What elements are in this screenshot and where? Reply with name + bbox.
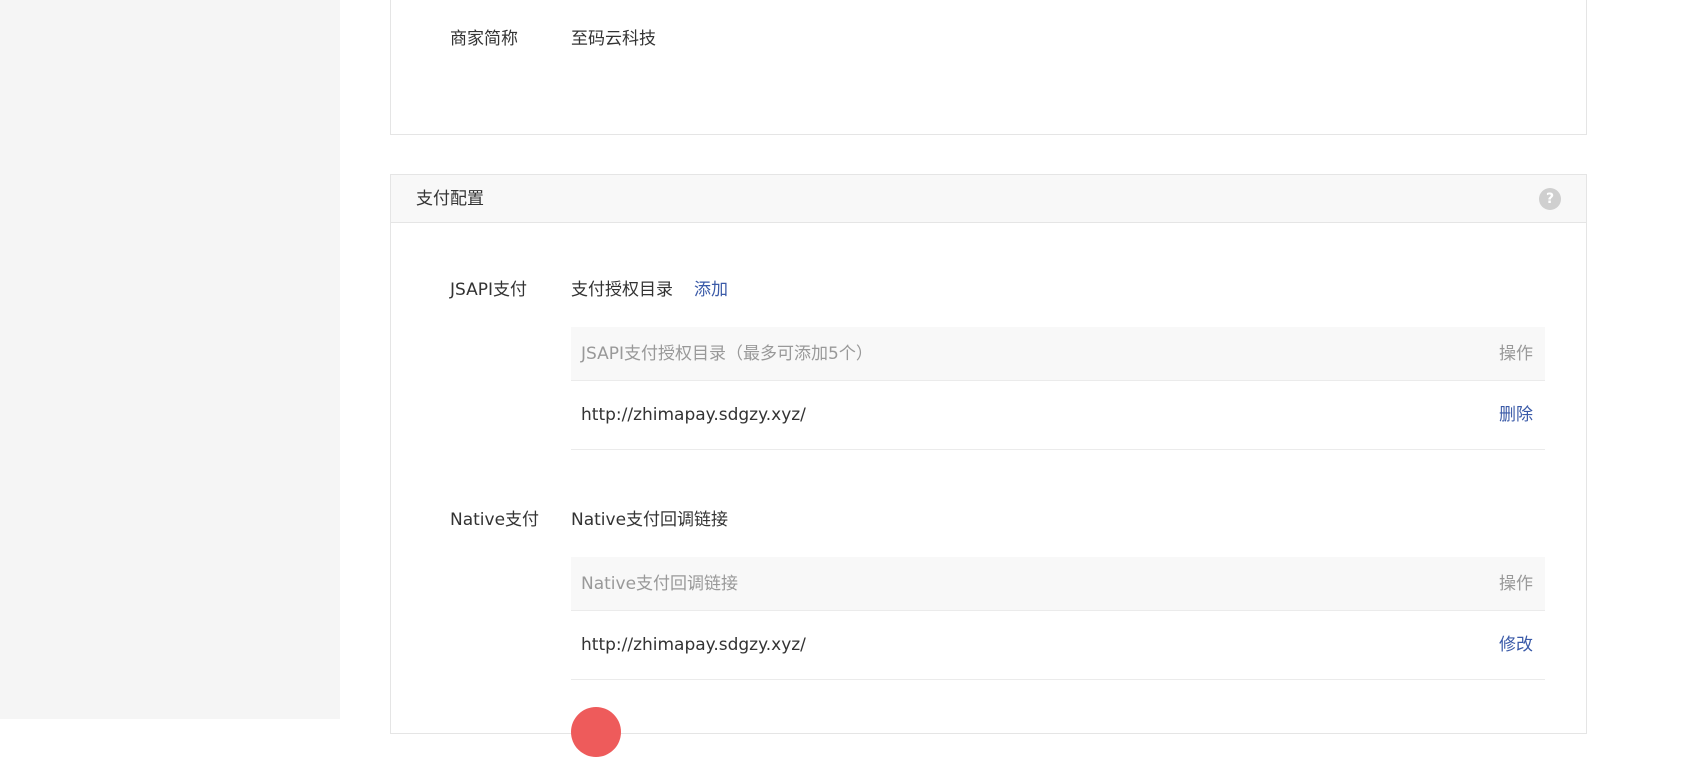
payment-config-card: 支付配置 ? JSAPI支付 支付授权目录 添加 JSAPI支付授权目录（最多可…	[390, 174, 1587, 734]
native-table-header: Native支付回调链接 操作	[571, 557, 1545, 611]
jsapi-add-link[interactable]: 添加	[694, 279, 728, 301]
question-circle-icon[interactable]: ?	[1539, 188, 1561, 210]
jsapi-table-header-action: 操作	[1499, 344, 1533, 364]
jsapi-table-header-dir: JSAPI支付授权目录（最多可添加5个）	[581, 344, 873, 364]
native-callback-url: http://zhimapay.sdgzy.xyz/	[581, 635, 806, 655]
table-row: http://zhimapay.sdgzy.xyz/ 修改	[571, 611, 1545, 680]
table-row: http://zhimapay.sdgzy.xyz/ 删除	[571, 381, 1545, 450]
native-table-header-action: 操作	[1499, 574, 1533, 594]
jsapi-delete-link[interactable]: 删除	[1499, 404, 1533, 426]
native-table-header-link: Native支付回调链接	[581, 574, 739, 594]
payment-config-header: 支付配置 ?	[391, 175, 1586, 223]
jsapi-dir-table: JSAPI支付授权目录（最多可添加5个） 操作 http://zhimapay.…	[571, 327, 1545, 450]
merchant-short-name-label: 商家简称	[450, 29, 518, 49]
native-callback-title: Native支付回调链接	[571, 510, 729, 530]
jsapi-pay-label: JSAPI支付	[450, 280, 528, 300]
jsapi-dir-url: http://zhimapay.sdgzy.xyz/	[581, 405, 806, 425]
payment-config-title: 支付配置	[416, 189, 484, 209]
native-pay-label: Native支付	[450, 510, 540, 530]
jsapi-dir-title: 支付授权目录	[571, 280, 673, 300]
merchant-short-name-value: 至码云科技	[571, 29, 656, 49]
merchant-info-card: 商家简称 至码云科技	[390, 0, 1587, 135]
native-callback-table: Native支付回调链接 操作 http://zhimapay.sdgzy.xy…	[571, 557, 1545, 680]
left-sidebar	[0, 0, 340, 719]
native-edit-link[interactable]: 修改	[1499, 634, 1533, 656]
jsapi-table-header: JSAPI支付授权目录（最多可添加5个） 操作	[571, 327, 1545, 381]
floating-action-button[interactable]	[571, 707, 621, 757]
